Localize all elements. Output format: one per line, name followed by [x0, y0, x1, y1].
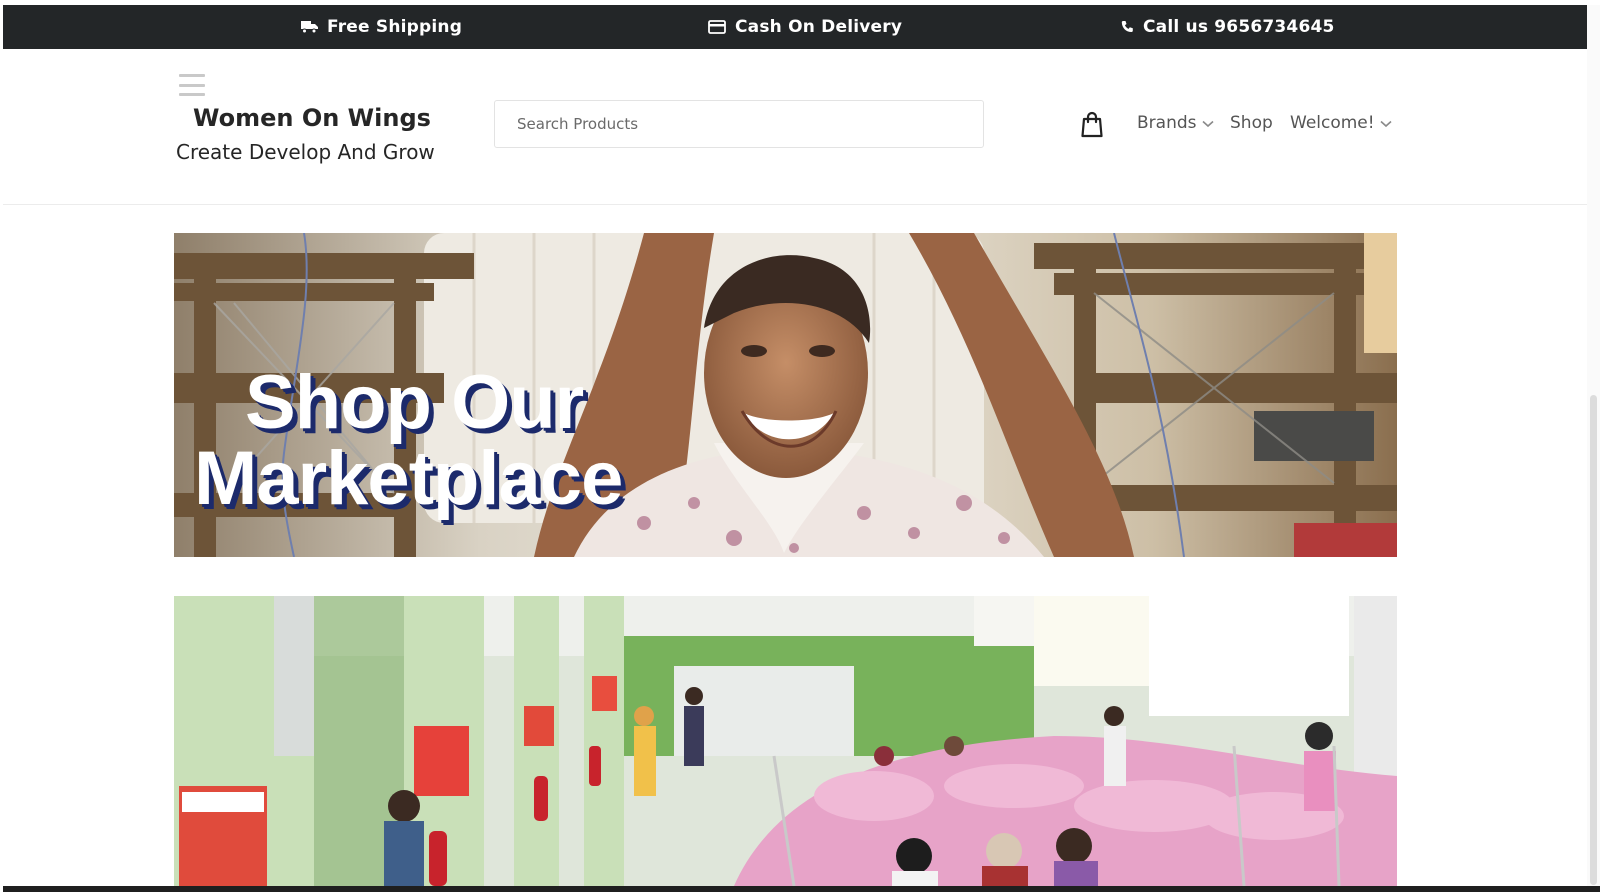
- scrollbar-thumb[interactable]: [1590, 395, 1597, 885]
- cash-on-delivery-item: Cash On Delivery: [708, 5, 902, 49]
- marketplace-banner[interactable]: Shop Our Marketplace: [174, 233, 1397, 557]
- free-shipping-label: Free Shipping: [327, 17, 463, 37]
- menu-icon[interactable]: [179, 74, 205, 96]
- banner-photo-garment-factory: [174, 596, 1397, 886]
- browser-viewport: Free Shipping Cash On Delivery Call us 9…: [0, 0, 1600, 892]
- credit-card-icon: [708, 20, 726, 34]
- site-header: Women On Wings Create Develop And Grow B…: [3, 49, 1587, 205]
- shopping-bag-icon[interactable]: [1079, 110, 1105, 138]
- truck-icon: [301, 20, 318, 34]
- phone-icon: [1120, 20, 1134, 34]
- chevron-down-icon: [1201, 113, 1214, 133]
- cash-on-delivery-label: Cash On Delivery: [735, 17, 903, 37]
- nav-welcome-label: Welcome!: [1290, 113, 1375, 133]
- call-us-label: Call us 9656734645: [1143, 17, 1335, 37]
- nav-shop[interactable]: Shop: [1230, 111, 1273, 135]
- free-shipping-item: Free Shipping: [301, 5, 462, 49]
- call-us-item: Call us 9656734645: [1120, 5, 1335, 49]
- banner-heading: Shop Our Marketplace: [194, 360, 623, 521]
- promo-bar: Free Shipping Cash On Delivery Call us 9…: [3, 5, 1587, 49]
- chevron-down-icon: [1380, 113, 1392, 133]
- brand-tagline: Create Develop And Grow: [176, 140, 435, 164]
- nav-brands[interactable]: Brands: [1137, 111, 1214, 135]
- nav-brands-label: Brands: [1137, 113, 1197, 133]
- banner-heading-line1: Shop Our: [245, 360, 584, 445]
- nav-shop-label: Shop: [1230, 113, 1273, 133]
- search-input[interactable]: [494, 100, 984, 148]
- banner-heading-line2: Marketplace: [194, 436, 623, 521]
- brand-name[interactable]: Women On Wings: [193, 104, 431, 132]
- factory-banner[interactable]: [174, 596, 1397, 886]
- nav-welcome-account[interactable]: Welcome!: [1290, 111, 1392, 135]
- bottom-edge: [3, 886, 1600, 892]
